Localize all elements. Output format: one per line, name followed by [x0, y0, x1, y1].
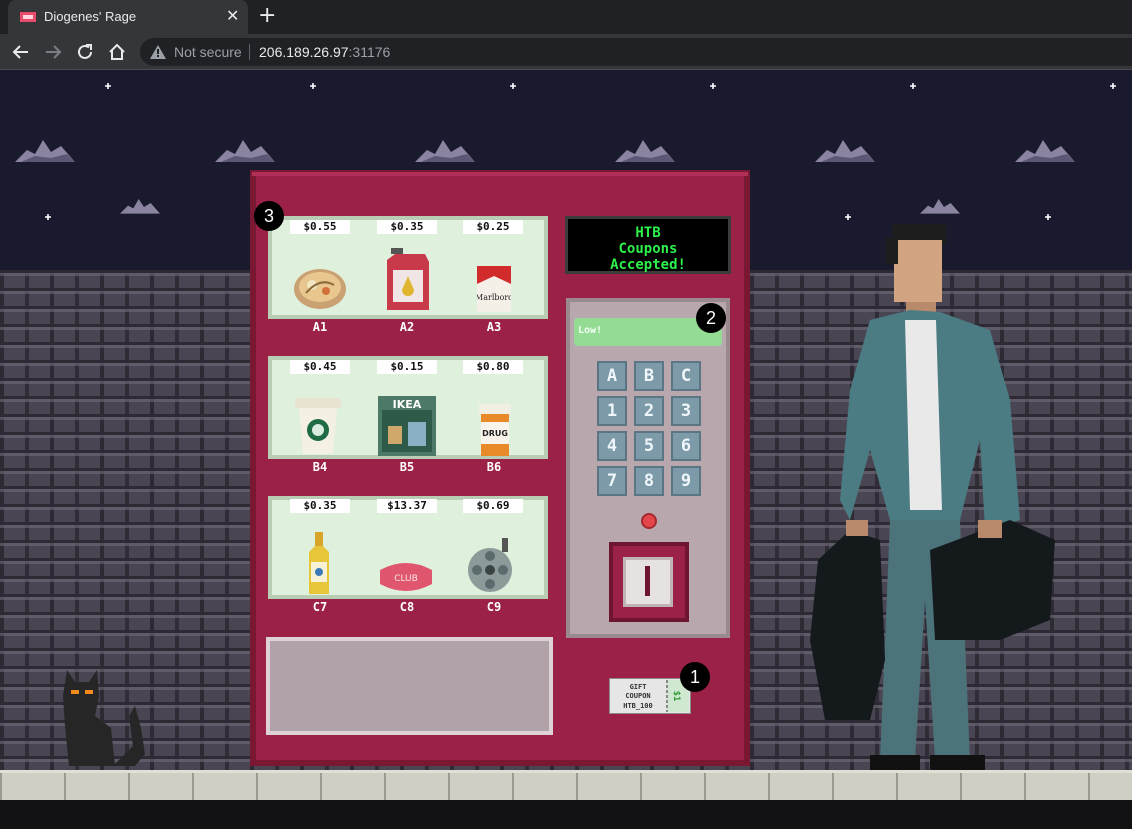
price-tag-b6: $0.80: [463, 360, 523, 374]
slot-label-a2: A2: [399, 320, 415, 334]
price-tag-b5: $0.15: [377, 360, 437, 374]
key-5[interactable]: 5: [634, 431, 664, 461]
svg-text:CLUB: CLUB: [394, 574, 418, 584]
not-secure-label[interactable]: Not secure: [174, 44, 242, 60]
key-7[interactable]: 7: [597, 466, 627, 496]
coupon-display-text: HTB Coupons Accepted!: [610, 225, 686, 273]
price-tag-a1: $0.55: [290, 220, 350, 234]
svg-text:$1: $1: [671, 691, 681, 702]
gift-coupon-icon[interactable]: GIFT COUPON HTB_100 $1: [609, 678, 691, 714]
slot-label-b6: B6: [486, 460, 502, 474]
game-favicon-icon: [20, 12, 36, 22]
cloud-icon: [120, 199, 160, 214]
forward-arrow-icon[interactable]: [42, 41, 64, 63]
key-a[interactable]: A: [597, 361, 627, 391]
star-icon: [910, 83, 916, 89]
liquor-bottle-icon[interactable]: [303, 532, 335, 594]
coin-slot-bar: [645, 566, 650, 596]
browser-toolbar: Not secure 206.189.26.97:31176: [0, 34, 1132, 70]
slot-label-b5: B5: [399, 460, 415, 474]
key-6[interactable]: 6: [671, 431, 701, 461]
svg-text:GIFT: GIFT: [630, 683, 647, 691]
reload-icon[interactable]: [74, 41, 96, 63]
pill-bottle-icon[interactable]: DRUG: [477, 404, 513, 456]
svg-text:IKEA: IKEA: [393, 398, 422, 411]
ikea-catalog-icon[interactable]: IKEA: [378, 396, 436, 456]
key-4[interactable]: 4: [597, 431, 627, 461]
browser-tab[interactable]: Diogenes' Rage ✕: [8, 0, 248, 34]
star-icon: [105, 83, 111, 89]
marker-3: 3: [254, 201, 284, 231]
cat-character: [63, 670, 145, 766]
key-c[interactable]: C: [671, 361, 701, 391]
key-1[interactable]: 1: [597, 396, 627, 426]
browser-tab-bar: Diogenes' Rage ✕ +: [0, 0, 1132, 34]
tab-title: Diogenes' Rage: [44, 9, 137, 24]
star-icon: [510, 83, 516, 89]
slot-label-a1: A1: [312, 320, 328, 334]
key-3[interactable]: 3: [671, 396, 701, 426]
svg-text:DRUG: DRUG: [482, 429, 508, 438]
star-icon: [310, 83, 316, 89]
status-led: [641, 513, 657, 529]
omnibox-divider: [249, 44, 250, 60]
slot-label-c8: C8: [399, 600, 415, 614]
cloud-icon: [1015, 140, 1075, 162]
star-icon: [710, 83, 716, 89]
star-icon: [1110, 83, 1116, 89]
cloud-icon: [920, 199, 960, 214]
game-scene: $0.55 $0.35 $0.25 Marlboro A1 A2 A3 $0.4…: [0, 70, 1132, 829]
slot-label-c7: C7: [312, 600, 328, 614]
sidewalk: [0, 770, 1132, 800]
key-2[interactable]: 2: [634, 396, 664, 426]
price-tag-c9: $0.69: [463, 499, 523, 513]
oil-jug-icon[interactable]: [385, 248, 431, 312]
svg-text:Marlboro: Marlboro: [477, 293, 511, 302]
cloud-icon: [615, 140, 675, 162]
slot-label-a3: A3: [486, 320, 502, 334]
key-8[interactable]: 8: [634, 466, 664, 496]
key-b[interactable]: B: [634, 361, 664, 391]
price-tag-a2: $0.35: [377, 220, 437, 234]
svg-text:COUPON: COUPON: [625, 692, 650, 700]
marker-2: 2: [696, 303, 726, 333]
cloud-icon: [815, 140, 875, 162]
marker-1: 1: [680, 662, 710, 692]
warning-icon[interactable]: [150, 45, 166, 59]
star-icon: [45, 214, 51, 220]
ramen-bowl-icon[interactable]: [292, 265, 348, 311]
back-arrow-icon[interactable]: [10, 41, 32, 63]
coupon-display: HTB Coupons Accepted!: [565, 216, 731, 274]
pickup-tray[interactable]: [266, 637, 553, 735]
price-tag-b4: $0.45: [290, 360, 350, 374]
vending-machine-top-edge: [252, 172, 748, 176]
new-tab-button[interactable]: +: [258, 4, 276, 28]
home-icon[interactable]: [106, 41, 128, 63]
soap-bar-icon[interactable]: CLUB: [378, 560, 434, 594]
price-tag-a3: $0.25: [463, 220, 523, 234]
price-tag-c7: $0.35: [290, 499, 350, 513]
price-tag-c8: $13.37: [377, 499, 437, 513]
man-character: [810, 224, 1055, 770]
slot-label-b4: B4: [312, 460, 328, 474]
balance-screen-text: Low!: [578, 325, 603, 336]
street: [0, 800, 1132, 829]
address-bar[interactable]: Not secure 206.189.26.97:31176: [140, 38, 1132, 66]
tab-close-icon[interactable]: ✕: [226, 7, 239, 25]
cloud-icon: [415, 140, 475, 162]
key-9[interactable]: 9: [671, 466, 701, 496]
cigarette-pack-icon[interactable]: Marlboro: [477, 266, 511, 312]
svg-text:HTB_100: HTB_100: [623, 702, 653, 710]
cloud-icon: [15, 140, 75, 162]
coffee-cup-icon[interactable]: [293, 398, 343, 454]
slot-label-c9: C9: [486, 600, 502, 614]
url-text[interactable]: 206.189.26.97:31176: [259, 44, 390, 60]
film-reel-icon[interactable]: [466, 538, 518, 594]
cloud-icon: [215, 140, 275, 162]
